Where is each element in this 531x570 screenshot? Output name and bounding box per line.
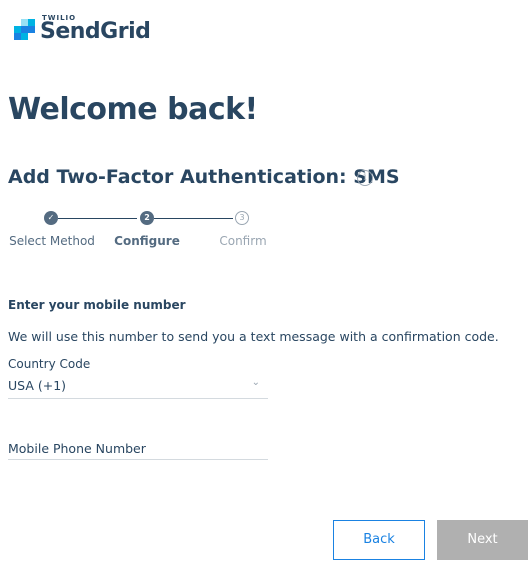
- step-select-method-check-icon: ✓: [44, 211, 58, 225]
- step-confirm-marker: 3: [235, 211, 249, 225]
- next-button[interactable]: Next: [437, 520, 528, 560]
- page-title: Welcome back!: [8, 92, 258, 127]
- form-section-title: Enter your mobile number: [8, 298, 186, 312]
- mobile-phone-input[interactable]: [8, 437, 268, 460]
- form-description: We will use this number to send you a te…: [8, 329, 499, 344]
- info-icon[interactable]: i: [357, 170, 373, 186]
- step-label-configure: Configure: [114, 234, 180, 248]
- logo-sendgrid-text: SendGrid: [40, 19, 151, 44]
- stepper-connector: [154, 218, 233, 219]
- chevron-down-icon: ⌄: [251, 377, 260, 388]
- step-label-confirm: Confirm: [219, 234, 267, 248]
- country-code-select[interactable]: USA (+1) ⌄: [8, 376, 268, 399]
- stepper-connector: [58, 218, 137, 219]
- sendgrid-logo-mark-icon: [14, 19, 36, 41]
- back-button[interactable]: Back: [333, 520, 425, 560]
- page: TWILIO SendGrid Welcome back! Add Two-Fa…: [0, 0, 531, 570]
- step-label-select-method: Select Method: [9, 234, 95, 248]
- country-code-value: USA (+1): [8, 378, 67, 393]
- country-code-label: Country Code: [8, 357, 91, 371]
- section-heading: Add Two-Factor Authentication: SMS: [8, 166, 400, 188]
- step-configure-marker: 2: [140, 211, 154, 225]
